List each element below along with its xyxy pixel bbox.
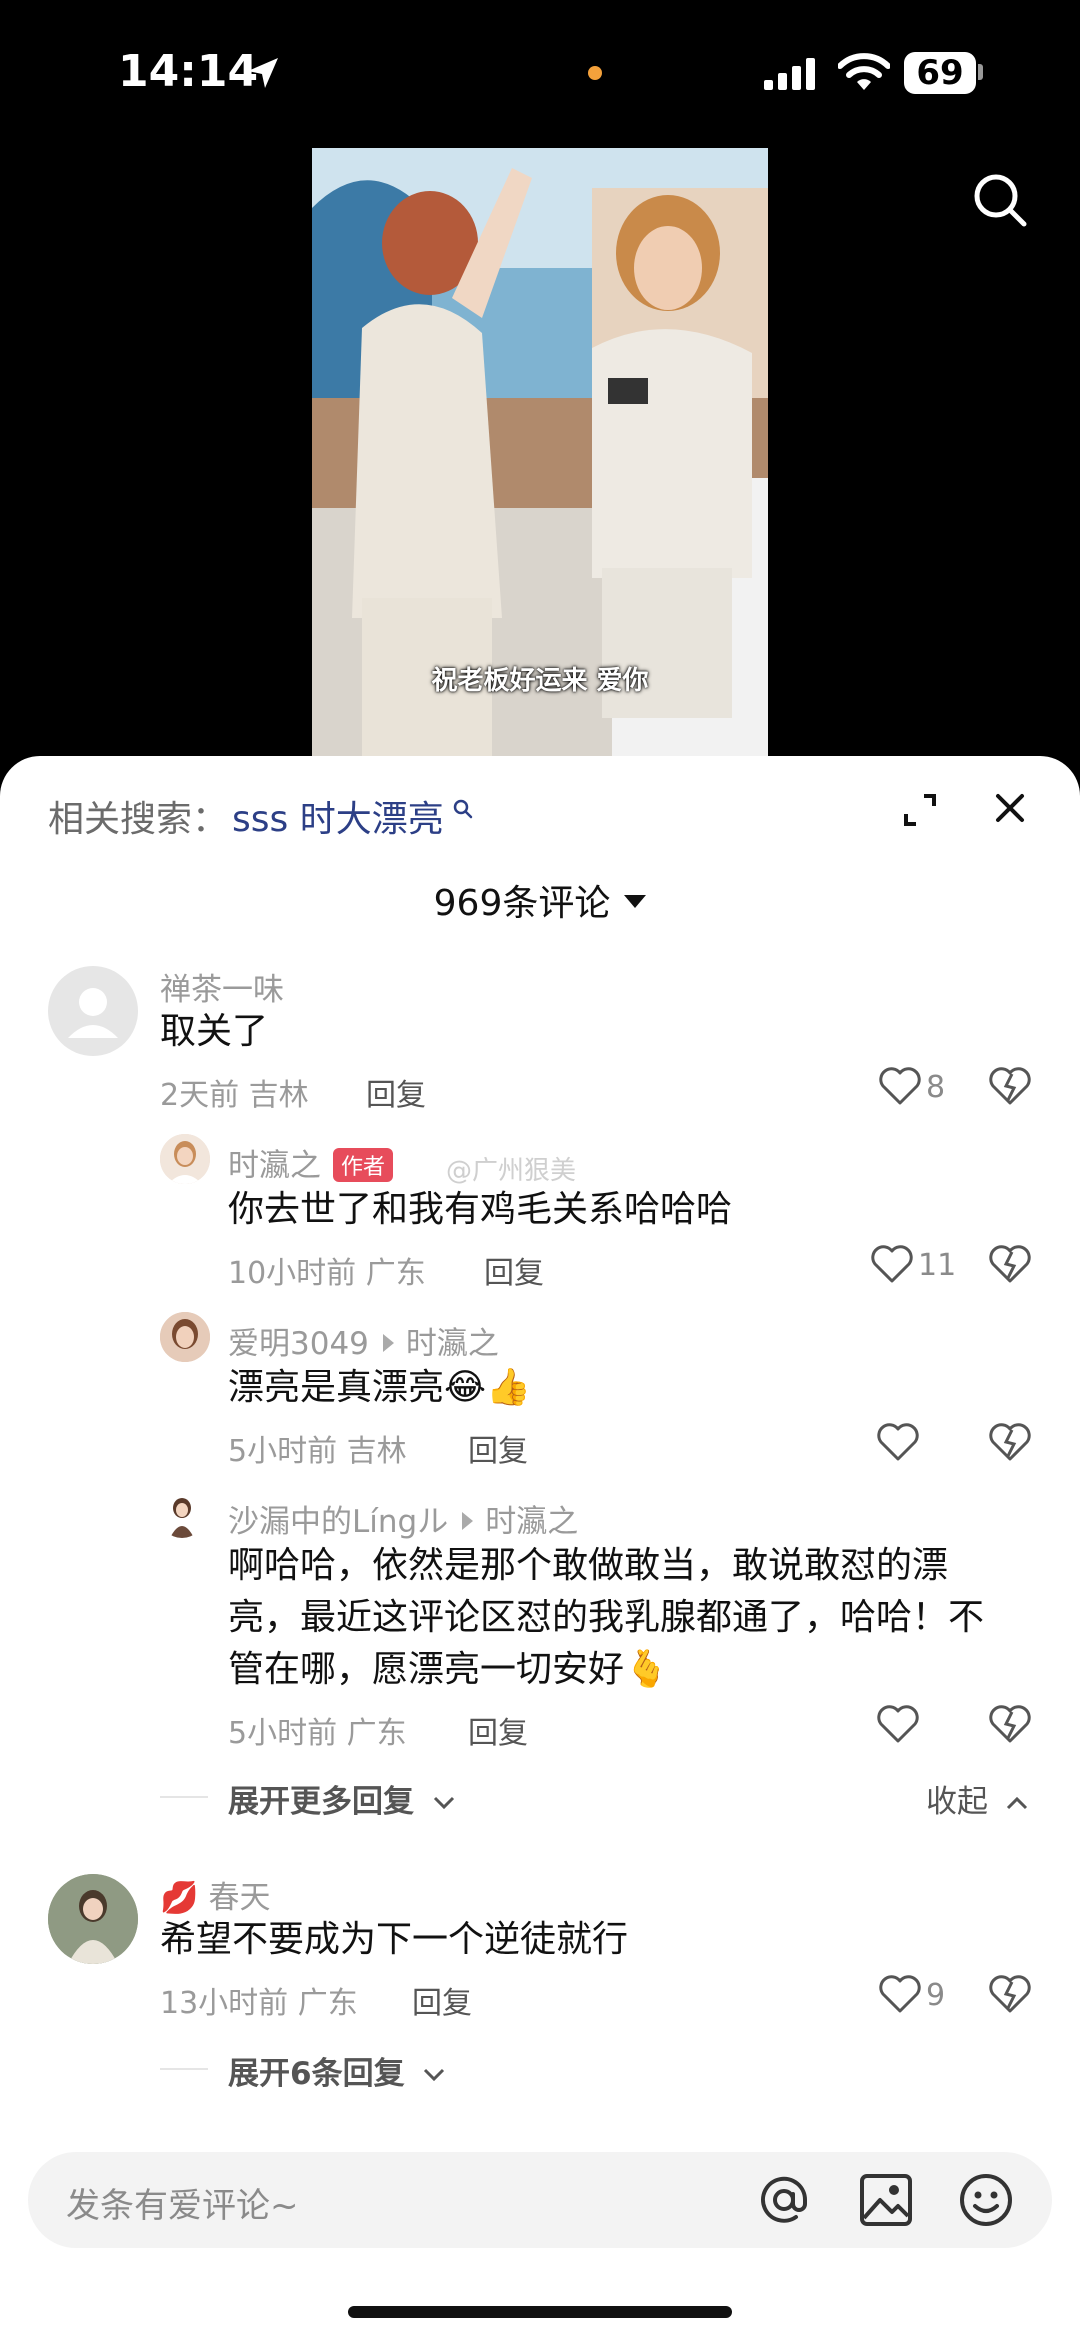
comment-text: 啊哈哈，依然是那个敢做敢当，敢说敢怼的漂 亮，最近这评论区怼的我乳腺都通了，哈哈… (228, 1545, 985, 1690)
related-search-icon[interactable] (452, 798, 474, 820)
heart-icon[interactable] (876, 1704, 920, 1744)
avatar-image (160, 1312, 210, 1362)
avatar-image (170, 1498, 194, 1538)
image-icon[interactable] (858, 2172, 914, 2228)
reply-button[interactable]: 回复 (412, 1978, 472, 2022)
emoji-icon[interactable] (956, 2170, 1016, 2230)
reply-arrow-icon (462, 1511, 474, 1530)
collapse-button[interactable]: 收起 (926, 1776, 1030, 1821)
comment-username[interactable]: 爱明3049 时瀛之 (228, 1318, 499, 1363)
divider-line (160, 2068, 208, 2070)
comment-meta: 5小时前 广东 (228, 1716, 407, 1751)
search-icon[interactable] (972, 172, 1028, 228)
reply-button[interactable]: 回复 (468, 1426, 528, 1470)
at-mention-icon[interactable] (754, 2170, 814, 2230)
expand-icon[interactable] (900, 790, 940, 830)
expand-replies-button[interactable]: 展开6条回复 (228, 2048, 447, 2093)
comment-count-dropdown[interactable]: 969条评论 (0, 874, 1080, 926)
avatar-image (48, 1874, 138, 1964)
battery-indicator: 69 (904, 52, 976, 94)
reply-button[interactable]: 回复 (468, 1708, 528, 1752)
location-arrow-icon (248, 58, 278, 88)
comment-username[interactable]: 沙漏中的Língル 时瀛之 (228, 1496, 578, 1541)
reply-to-user: 时瀛之 (405, 1326, 499, 1362)
divider-line (160, 1796, 208, 1798)
avatar[interactable] (160, 1134, 210, 1184)
heart-icon[interactable] (870, 1244, 914, 1284)
video-caption: 祝老板好运来 爱你 (431, 666, 649, 696)
comment-count: 969条评论 (433, 883, 611, 924)
watermark: @广州狠美 (446, 1156, 577, 1186)
dropdown-triangle-icon (624, 894, 647, 908)
like-count: 8 (926, 1070, 946, 1105)
comment-meta: 13小时前 广东 (160, 1986, 358, 2021)
comment-username[interactable]: 💋 春天 (160, 1872, 270, 1917)
chevron-up-icon (1006, 1796, 1027, 1810)
reply-arrow-icon (382, 1333, 394, 1352)
dislike-heart-icon[interactable] (988, 1704, 1032, 1744)
default-avatar-icon (68, 988, 118, 1038)
related-search-label: 相关搜索： (48, 799, 229, 840)
cellular-signal-icon (764, 58, 815, 90)
privacy-indicator-dot (588, 66, 602, 80)
close-icon[interactable] (992, 790, 1028, 826)
reply-to-user: 时瀛之 (485, 1504, 579, 1540)
comment-text: 漂亮是真漂亮😂👍 (228, 1367, 531, 1408)
dislike-heart-icon[interactable] (988, 1244, 1032, 1284)
wifi-icon (838, 53, 890, 90)
heart-icon[interactable] (878, 1974, 922, 2014)
reply-button[interactable]: 回复 (366, 1070, 426, 1114)
reply-button[interactable]: 回复 (484, 1248, 544, 1292)
comment-text: 你去世了和我有鸡毛关系哈哈哈 (228, 1189, 733, 1230)
related-search-term[interactable]: sss 时大漂亮 (232, 790, 444, 842)
comment-username[interactable]: 时瀛之 作者 (228, 1140, 394, 1185)
dislike-heart-icon[interactable] (988, 1974, 1032, 2014)
avatar[interactable] (160, 1494, 204, 1538)
author-badge: 作者 (333, 1147, 394, 1182)
comment-username[interactable]: 禅茶一味 (160, 964, 284, 1009)
heart-icon[interactable] (876, 1422, 920, 1462)
heart-icon[interactable] (878, 1066, 922, 1106)
expand-more-replies-button[interactable]: 展开更多回复 (228, 1776, 457, 1821)
battery-tip (978, 64, 983, 80)
comment-text: 希望不要成为下一个逆徒就行 (160, 1919, 629, 1960)
comment-meta: 5小时前 吉林 (228, 1434, 407, 1469)
chevron-down-icon (424, 2068, 445, 2082)
lips-emoji-icon: 💋 (160, 1880, 199, 1916)
dislike-heart-icon[interactable] (988, 1422, 1032, 1462)
video-player[interactable]: 祝老板好运来 爱你 (312, 148, 768, 760)
comment-meta: 2天前 吉林 (160, 1078, 309, 1113)
avatar[interactable] (48, 1874, 138, 1964)
comment-text: 取关了 (160, 1011, 269, 1052)
chevron-down-icon (433, 1796, 454, 1810)
avatar-image (160, 1134, 210, 1184)
dislike-heart-icon[interactable] (988, 1066, 1032, 1106)
avatar[interactable] (160, 1312, 210, 1362)
avatar[interactable] (48, 966, 138, 1056)
status-time: 14:14 (118, 46, 259, 97)
home-indicator[interactable] (348, 2306, 732, 2318)
like-count: 9 (926, 1978, 946, 2013)
comment-meta: 10小时前 广东 (228, 1256, 426, 1291)
like-count: 11 (918, 1248, 957, 1283)
comment-input-placeholder[interactable]: 发条有爱评论~ (66, 2178, 299, 2227)
